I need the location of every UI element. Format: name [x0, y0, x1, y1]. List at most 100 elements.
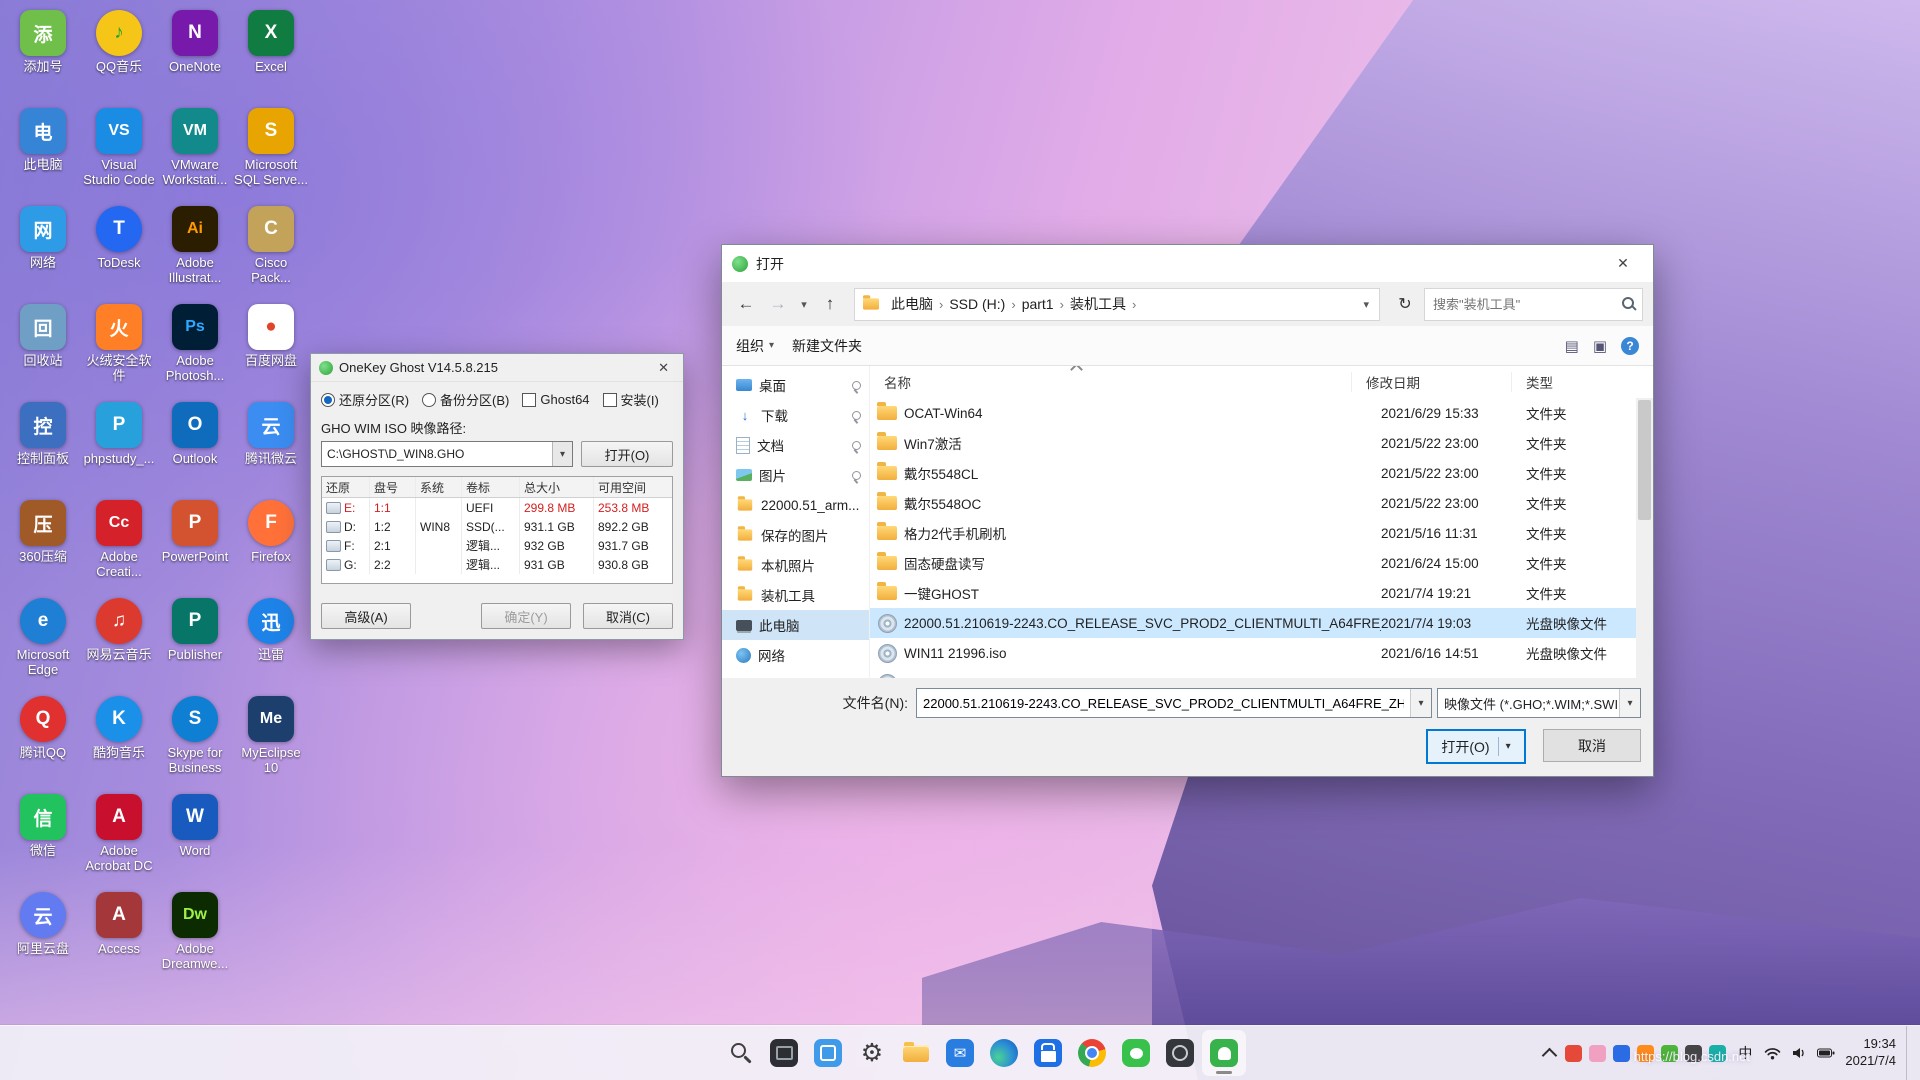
partition-row[interactable]: F: 2:1 逻辑... 932 GB 931.7 GB: [322, 536, 672, 555]
name-column-header[interactable]: 名称: [870, 366, 1352, 392]
clock[interactable]: 19:34 2021/7/4: [1845, 1036, 1896, 1070]
store-button[interactable]: [1026, 1030, 1070, 1076]
desktop-icon[interactable]: W Word: [157, 787, 233, 885]
sidebar-item[interactable]: ↓ 下载: [722, 400, 869, 430]
address-bar[interactable]: 此电脑 › SSD (H:) › part1 › 装机工具 › ▾: [854, 287, 1380, 321]
breadcrumb-item[interactable]: SSD (H:): [943, 296, 1011, 312]
address-dropdown-icon[interactable]: ▾: [1359, 298, 1373, 311]
file-row[interactable]: WIN11 21996.iso 2021/6/16 14:51 光盘映像文件: [870, 638, 1636, 668]
close-icon[interactable]: ✕: [1603, 255, 1643, 272]
browse-button[interactable]: 打开(O): [581, 441, 673, 467]
desktop-icon[interactable]: 云阿里云盘: [5, 885, 81, 983]
organize-menu[interactable]: 组织 ▾: [736, 336, 774, 356]
file-row[interactable]: 22000.51.210619-2243.CO_RELEASE_SVC_PROD…: [870, 608, 1636, 638]
desktop-icon[interactable]: S Microsoft SQL Serve...: [233, 101, 309, 199]
desktop-icon[interactable]: Ps Adobe Photosh...: [157, 297, 233, 395]
filename-combobox[interactable]: ▾: [916, 688, 1432, 718]
forward-button[interactable]: →: [764, 290, 792, 318]
edge-button[interactable]: [982, 1030, 1026, 1076]
wechat-button[interactable]: [1114, 1030, 1158, 1076]
tray-icon[interactable]: [1589, 1044, 1607, 1062]
file-row[interactable]: WIN11...: [870, 668, 1636, 678]
search-box[interactable]: [1424, 287, 1643, 321]
scrollbar[interactable]: [1636, 398, 1653, 678]
desktop-icon[interactable]: O Outlook: [157, 395, 233, 493]
desktop-icon[interactable]: Cc Adobe Creati...: [81, 493, 157, 591]
task-view-button[interactable]: [806, 1030, 850, 1076]
scrollbar-thumb[interactable]: [1638, 400, 1651, 520]
desktop-icon[interactable]: Pphpstudy_...: [81, 395, 157, 493]
sidebar-item[interactable]: 桌面: [722, 370, 869, 400]
up-button[interactable]: ↑: [816, 290, 844, 318]
advanced-button[interactable]: 高级(A): [321, 603, 411, 629]
ok-button[interactable]: 确定(Y): [481, 603, 571, 629]
file-explorer-button[interactable]: [894, 1030, 938, 1076]
desktop-icon[interactable]: K 酷狗音乐: [81, 689, 157, 787]
desktop-icon[interactable]: 网网络: [5, 199, 81, 297]
sidebar-item[interactable]: 保存的图片: [722, 520, 869, 550]
ghost-titlebar[interactable]: OneKey Ghost V14.5.8.215 ✕: [311, 354, 683, 382]
open-button[interactable]: 打开(O) ▾: [1426, 729, 1526, 764]
desktop-icon[interactable]: e Microsoft Edge: [5, 591, 81, 689]
help-icon[interactable]: ?: [1621, 336, 1639, 355]
desktop-icon[interactable]: N OneNote: [157, 3, 233, 101]
chevron-down-icon[interactable]: ▾: [1619, 689, 1640, 717]
desktop-icon[interactable]: VS Visual Studio Code: [81, 101, 157, 199]
show-desktop-button[interactable]: [1906, 1026, 1912, 1080]
desktop-icon[interactable]: P PowerPoint: [157, 493, 233, 591]
file-row[interactable]: 戴尔5548OC 2021/5/22 23:00 文件夹: [870, 488, 1636, 518]
refresh-icon[interactable]: ↻: [1390, 289, 1420, 320]
file-row[interactable]: 格力2代手机刷机 2021/5/16 11:31 文件夹: [870, 518, 1636, 548]
desktop-icon[interactable]: Dw Adobe Dreamwe...: [157, 885, 233, 983]
partition-row[interactable]: E: 1:1 UEFI 299.8 MB 253.8 MB: [322, 498, 672, 517]
filename-input[interactable]: [917, 695, 1410, 711]
desktop-icon[interactable]: 云腾讯微云: [233, 395, 309, 493]
tray-icon[interactable]: [1685, 1044, 1703, 1062]
close-icon[interactable]: ✕: [652, 358, 675, 378]
chrome-button[interactable]: [1070, 1030, 1114, 1076]
onekey-ghost-button[interactable]: [1202, 1030, 1246, 1076]
desktop-icon[interactable]: S Skype for Business: [157, 689, 233, 787]
file-row[interactable]: Win7激活 2021/5/22 23:00 文件夹: [870, 428, 1636, 458]
breadcrumb-item[interactable]: part1: [1016, 296, 1060, 312]
snip-button[interactable]: [1158, 1030, 1202, 1076]
mail-button[interactable]: ✉: [938, 1030, 982, 1076]
breadcrumb-item[interactable]: 此电脑: [885, 294, 939, 314]
sidebar-item[interactable]: 文档: [722, 430, 869, 460]
preview-pane-icon[interactable]: ▣: [1593, 337, 1607, 355]
filetype-combobox[interactable]: 映像文件 (*.GHO;*.WIM;*.SWI ▾: [1437, 688, 1641, 718]
desktop-icon[interactable]: ♪ QQ音乐: [81, 3, 157, 101]
sidebar-item[interactable]: 装机工具: [722, 580, 869, 610]
file-row[interactable]: 戴尔5548CL 2021/5/22 23:00 文件夹: [870, 458, 1636, 488]
open-dialog-titlebar[interactable]: 打开 ✕: [722, 245, 1653, 282]
hidden-icons-chevron[interactable]: [1542, 1047, 1558, 1063]
desktop-icon[interactable]: C Cisco Pack...: [233, 199, 309, 297]
desktop-icon[interactable]: 火火绒安全软件: [81, 297, 157, 395]
sidebar-item[interactable]: 网络: [722, 640, 869, 670]
desktop-icon[interactable]: P Publisher: [157, 591, 233, 689]
volume-icon[interactable]: [1791, 1047, 1807, 1059]
chevron-down-icon[interactable]: ▾: [1410, 689, 1431, 717]
desktop-icon[interactable]: 信微信: [5, 787, 81, 885]
desktop-icon[interactable]: Me MyEclipse 10: [233, 689, 309, 787]
breadcrumb-item[interactable]: 装机工具: [1064, 294, 1132, 314]
desktop-icon[interactable]: A Access: [81, 885, 157, 983]
desktop-icon[interactable]: A Adobe Acrobat DC: [81, 787, 157, 885]
network-icon[interactable]: [1764, 1047, 1781, 1060]
tray-icon[interactable]: [1613, 1044, 1631, 1062]
restore-partition-radio[interactable]: 还原分区(R): [321, 390, 409, 409]
desktop-icon[interactable]: F Firefox: [233, 493, 309, 591]
desktop-icon[interactable]: 压 360压缩: [5, 493, 81, 591]
back-button[interactable]: ←: [732, 290, 760, 318]
desktop-icon[interactable]: Q 腾讯QQ: [5, 689, 81, 787]
partition-row[interactable]: G: 2:2 逻辑... 931 GB 930.8 GB: [322, 555, 672, 574]
sidebar-item[interactable]: 此电脑: [722, 610, 869, 640]
desktop-icon[interactable]: 迅迅雷: [233, 591, 309, 689]
desktop-icon[interactable]: Ai Adobe Illustrat...: [157, 199, 233, 297]
desktop-icon[interactable]: 回回收站: [5, 297, 81, 395]
settings-button[interactable]: ⚙: [850, 1030, 894, 1076]
desktop-icon[interactable]: 添添加号: [5, 3, 81, 101]
backup-partition-radio[interactable]: 备份分区(B): [422, 390, 509, 409]
new-folder-button[interactable]: 新建文件夹: [792, 336, 862, 356]
image-path-combobox[interactable]: C:\GHOST\D_WIN8.GHO ▾: [321, 441, 573, 467]
